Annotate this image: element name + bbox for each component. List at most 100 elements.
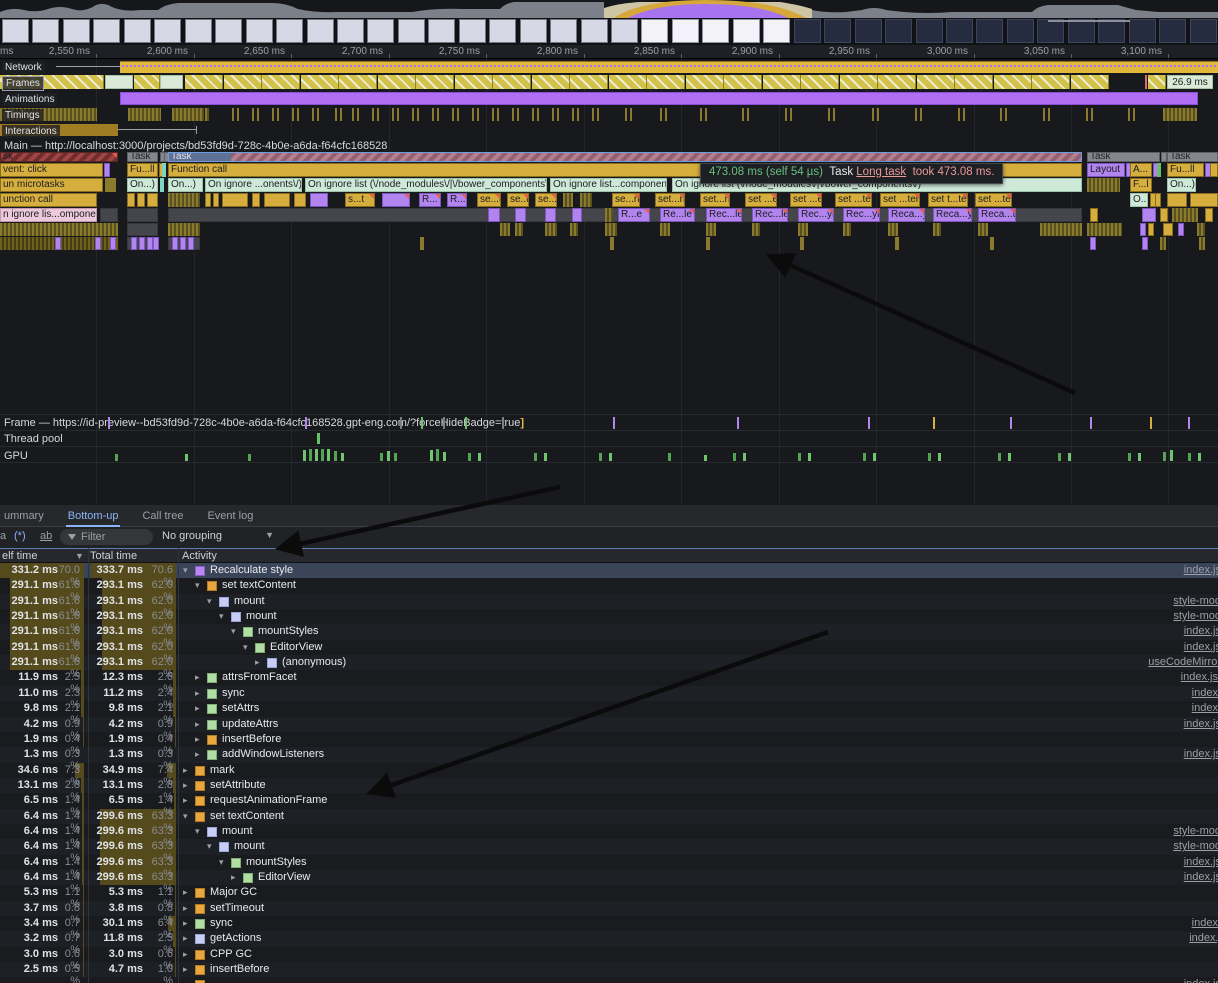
- flame-bar[interactable]: [382, 193, 410, 207]
- timing-mark[interactable]: [272, 108, 274, 121]
- expand-arrow-icon[interactable]: ▸: [183, 964, 188, 975]
- filmstrip-thumbnail[interactable]: [733, 19, 760, 43]
- flame-bar[interactable]: [1197, 223, 1205, 236]
- flame-bar[interactable]: [800, 237, 804, 250]
- flame-bar[interactable]: vent: click: [0, 163, 103, 177]
- flame-bar[interactable]: On ignore list...components\/): [550, 178, 667, 192]
- table-row[interactable]: 331.2 ms70.0 %333.7 ms70.6 %▾Recalculate…: [0, 563, 1218, 579]
- expand-arrow-icon[interactable]: ▸: [195, 749, 200, 760]
- activity-label[interactable]: mount: [234, 840, 265, 852]
- timing-mark[interactable]: [577, 108, 579, 121]
- activity-label[interactable]: CPP GC: [210, 948, 252, 960]
- flame-bar[interactable]: Layout: [1087, 163, 1125, 177]
- timing-mark[interactable]: [963, 108, 965, 121]
- track-label-animations[interactable]: Animations: [2, 93, 57, 106]
- table-row[interactable]: 6.4 ms1.4 %299.6 ms63.3 %▸EditorViewinde…: [0, 870, 1218, 886]
- expand-arrow-icon[interactable]: ▸: [183, 780, 188, 791]
- flame-bar[interactable]: [572, 208, 582, 222]
- filmstrip-thumbnail[interactable]: [276, 19, 303, 43]
- grouping-select[interactable]: No grouping ▼: [162, 530, 274, 542]
- flame-bar[interactable]: [294, 193, 306, 207]
- flame-bar[interactable]: [895, 237, 899, 250]
- activity-label[interactable]: updateAttrs: [222, 718, 278, 730]
- flame-bar[interactable]: On ignore list (\/node_modules\/|\/bower…: [305, 178, 547, 192]
- timing-mark[interactable]: [492, 108, 494, 121]
- expand-arrow-icon[interactable]: ▸: [183, 933, 188, 944]
- frame-segment[interactable]: [1032, 75, 1070, 89]
- flame-bar[interactable]: [990, 237, 994, 250]
- regex-toggle-icon[interactable]: (*): [14, 530, 26, 542]
- flame-bar[interactable]: set ...tent: [835, 193, 872, 207]
- flame-bar[interactable]: [1163, 223, 1173, 236]
- source-link[interactable]: index.: [1192, 702, 1218, 714]
- source-link[interactable]: index.js: [1184, 748, 1218, 760]
- flame-bar[interactable]: [605, 208, 613, 222]
- table-row[interactable]: 1.9 ms0.4 %1.9 ms0.4 %▸insertBefore: [0, 732, 1218, 748]
- timing-mark[interactable]: [1128, 108, 1130, 121]
- column-activity[interactable]: Activity: [182, 550, 217, 562]
- tab-bottom-up[interactable]: Bottom-up: [66, 505, 121, 527]
- activity-label[interactable]: EditorView: [258, 871, 310, 883]
- source-link[interactable]: style-mod: [1173, 840, 1218, 852]
- timing-mark[interactable]: [292, 108, 294, 121]
- activity-label[interactable]: getActions: [210, 932, 261, 944]
- timing-mark[interactable]: [412, 108, 414, 121]
- frame-thread-title[interactable]: Frame — https://id-preview--bd53fd9d-728…: [4, 417, 524, 429]
- filmstrip-thumbnail[interactable]: [581, 19, 608, 43]
- flame-bar[interactable]: Task: [1087, 152, 1160, 162]
- flame-bar[interactable]: [1090, 237, 1096, 250]
- source-link[interactable]: style-mod: [1173, 610, 1218, 622]
- timing-mark[interactable]: [833, 108, 835, 121]
- timing-mark[interactable]: [257, 108, 259, 121]
- source-link[interactable]: index.js: [1184, 871, 1218, 883]
- table-row[interactable]: index.js: [0, 977, 1218, 983]
- flame-bar[interactable]: set...nt: [655, 193, 685, 207]
- flame-bar[interactable]: [127, 223, 158, 236]
- timing-mark[interactable]: [277, 108, 279, 121]
- flame-bar[interactable]: [252, 193, 260, 207]
- filmstrip-thumbnail[interactable]: [93, 19, 120, 43]
- flame-bar[interactable]: Reca...yle: [888, 208, 925, 222]
- flame-bar[interactable]: un microtasks: [0, 178, 103, 192]
- flame-bar[interactable]: [1140, 223, 1146, 236]
- flame-bar[interactable]: set ...tent: [880, 193, 920, 207]
- flame-bar[interactable]: [580, 193, 592, 207]
- flame-bar[interactable]: On...): [127, 178, 158, 192]
- main-thread-title[interactable]: Main — http://localhost:3000/projects/bd…: [4, 140, 387, 152]
- activity-label[interactable]: setTimeout: [210, 902, 264, 914]
- frame-segment[interactable]: [493, 75, 531, 89]
- idle-frame-segment[interactable]: [160, 75, 183, 89]
- flame-bar[interactable]: [1178, 223, 1184, 236]
- timing-mark[interactable]: [452, 108, 454, 121]
- flame-bar[interactable]: set ...tent: [975, 193, 1012, 207]
- table-row[interactable]: 291.1 ms61.6 %293.1 ms62.0 %▾EditorViewi…: [0, 640, 1218, 656]
- filmstrip-thumbnail[interactable]: [124, 19, 151, 43]
- activity-label[interactable]: mount: [234, 595, 265, 607]
- flame-bar[interactable]: [172, 237, 178, 250]
- flame-bar[interactable]: A...: [1130, 163, 1152, 177]
- filmstrip-thumbnail[interactable]: [489, 19, 516, 43]
- timing-mark[interactable]: [477, 108, 479, 121]
- expand-arrow-icon[interactable]: ▸: [195, 719, 200, 730]
- flame-bar[interactable]: [1160, 237, 1166, 250]
- filmstrip-thumbnail[interactable]: [1159, 19, 1186, 43]
- timing-mark[interactable]: [592, 108, 594, 121]
- timing-mark[interactable]: [237, 108, 239, 121]
- expand-arrow-icon[interactable]: ▾: [183, 565, 188, 576]
- timing-mark[interactable]: [700, 108, 702, 121]
- timing-mark[interactable]: [537, 108, 539, 121]
- filmstrip-thumbnail[interactable]: [185, 19, 212, 43]
- timing-mark[interactable]: [1048, 108, 1050, 121]
- source-link[interactable]: style-mod: [1173, 825, 1218, 837]
- table-row[interactable]: 6.5 ms1.4 %6.5 ms1.4 %▸requestAnimationF…: [0, 793, 1218, 809]
- tab-call-tree[interactable]: Call tree: [140, 505, 185, 527]
- filmstrip-thumbnail[interactable]: [32, 19, 59, 43]
- timing-mark[interactable]: [335, 108, 337, 121]
- flame-bar[interactable]: [137, 193, 145, 207]
- flame-bar[interactable]: [570, 223, 578, 236]
- table-row[interactable]: 11.0 ms2.3 %11.2 ms2.4 %▸syncindex.: [0, 686, 1218, 702]
- track-label-frames[interactable]: Frames: [2, 76, 44, 91]
- flame-bar[interactable]: [310, 193, 328, 207]
- flame-bar[interactable]: [1172, 208, 1198, 222]
- flame-bar[interactable]: [660, 223, 670, 236]
